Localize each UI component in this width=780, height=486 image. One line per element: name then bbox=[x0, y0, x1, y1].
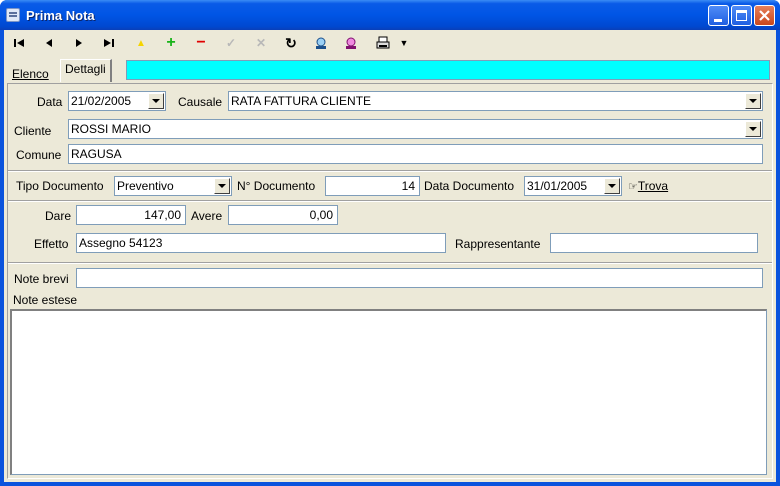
close-button[interactable] bbox=[754, 5, 775, 26]
divider bbox=[8, 200, 772, 202]
numero-documento-field[interactable]: 14 bbox=[325, 176, 420, 196]
causale-label: Causale bbox=[178, 95, 223, 109]
divider bbox=[8, 170, 772, 172]
tab-elenco[interactable]: Elenco bbox=[8, 65, 53, 85]
trova-label: Trova bbox=[637, 179, 669, 193]
cliente-dropdown-button[interactable] bbox=[745, 121, 761, 137]
note-brevi-field[interactable] bbox=[76, 268, 763, 288]
window-title: Prima Nota bbox=[26, 8, 95, 23]
causale-dropdown-button[interactable] bbox=[745, 93, 761, 109]
causale-field[interactable]: RATA FATTURA CLIENTE bbox=[228, 91, 763, 111]
cancel-button[interactable]: ✕ bbox=[250, 32, 272, 54]
avere-field[interactable]: 0,00 bbox=[228, 205, 338, 225]
note-brevi-label: Note brevi bbox=[14, 272, 69, 286]
minimize-button[interactable] bbox=[708, 5, 729, 26]
tipo-documento-label: Tipo Documento bbox=[16, 179, 104, 193]
search-button[interactable] bbox=[310, 32, 332, 54]
tab-dettagli[interactable]: Dettagli bbox=[60, 59, 112, 82]
pointing-hand-icon: ☞ bbox=[628, 181, 638, 193]
close-icon bbox=[759, 10, 770, 21]
filter-button[interactable] bbox=[340, 32, 362, 54]
cliente-label: Cliente bbox=[14, 124, 52, 138]
add-record-icon: + bbox=[166, 34, 176, 51]
print-button[interactable] bbox=[372, 32, 394, 54]
data-documento-dropdown-button[interactable] bbox=[604, 178, 620, 194]
confirm-button[interactable]: ✓ bbox=[220, 32, 242, 54]
data-label: Data bbox=[37, 95, 63, 109]
title-bar[interactable]: Prima Nota bbox=[0, 0, 780, 30]
dare-label: Dare bbox=[45, 209, 72, 223]
app-icon[interactable] bbox=[6, 8, 20, 22]
data-field[interactable]: 21/02/2005 bbox=[68, 91, 166, 111]
effetto-label: Effetto bbox=[34, 237, 69, 251]
data-documento-field[interactable]: 31/01/2005 bbox=[524, 176, 622, 196]
avere-label: Avere bbox=[191, 209, 223, 223]
tipo-documento-field[interactable]: Preventivo bbox=[114, 176, 232, 196]
cliente-field[interactable]: ROSSI MARIO bbox=[68, 119, 763, 139]
divider bbox=[8, 262, 772, 264]
delete-record-button[interactable]: − bbox=[190, 32, 212, 54]
print-dropdown-button[interactable]: ▼ bbox=[398, 32, 410, 54]
data-dropdown-button[interactable] bbox=[148, 93, 164, 109]
add-record-button[interactable]: + bbox=[160, 32, 182, 54]
prev-record-button[interactable] bbox=[38, 32, 60, 54]
refresh-button[interactable]: ↻ bbox=[280, 32, 302, 54]
maximize-button[interactable] bbox=[731, 5, 752, 26]
numero-documento-label: N° Documento bbox=[237, 179, 316, 193]
new-record-button[interactable]: ▲ bbox=[130, 32, 152, 54]
print-icon bbox=[376, 36, 390, 49]
app-window: Prima Nota ▲ + − ✓ ✕ ↻ ▼ Elenco Dettagli bbox=[0, 0, 780, 486]
tipo-documento-dropdown-button[interactable] bbox=[214, 178, 230, 194]
refresh-icon: ↻ bbox=[285, 34, 297, 51]
last-record-button[interactable] bbox=[98, 32, 120, 54]
rappresentante-label: Rappresentante bbox=[455, 237, 541, 251]
next-record-button[interactable] bbox=[68, 32, 90, 54]
toolbar: ▲ + − ✓ ✕ ↻ ▼ bbox=[4, 30, 776, 56]
dare-field[interactable]: 147,00 bbox=[76, 205, 186, 225]
cancel-icon: ✕ bbox=[255, 36, 267, 50]
confirm-icon: ✓ bbox=[225, 36, 237, 50]
trova-button[interactable]: ☞Trova bbox=[628, 179, 668, 193]
filter-icon bbox=[346, 37, 356, 49]
comune-field[interactable]: RAGUSA bbox=[68, 144, 763, 164]
search-icon bbox=[316, 37, 326, 49]
comune-label: Comune bbox=[16, 148, 62, 162]
rappresentante-field[interactable] bbox=[550, 233, 758, 253]
data-documento-label: Data Documento bbox=[424, 179, 515, 193]
note-estese-textarea[interactable] bbox=[10, 309, 767, 475]
delete-record-icon: − bbox=[196, 34, 206, 51]
note-estese-label: Note estese bbox=[13, 293, 78, 307]
status-bar bbox=[126, 60, 770, 80]
first-record-button[interactable] bbox=[8, 32, 30, 54]
chevron-down-icon: ▼ bbox=[399, 38, 409, 48]
client-area: ▲ + − ✓ ✕ ↻ ▼ Elenco Dettagli Data 21/02… bbox=[4, 30, 776, 482]
effetto-field[interactable]: Assegno 54123 bbox=[76, 233, 446, 253]
new-record-icon: ▲ bbox=[136, 37, 146, 49]
